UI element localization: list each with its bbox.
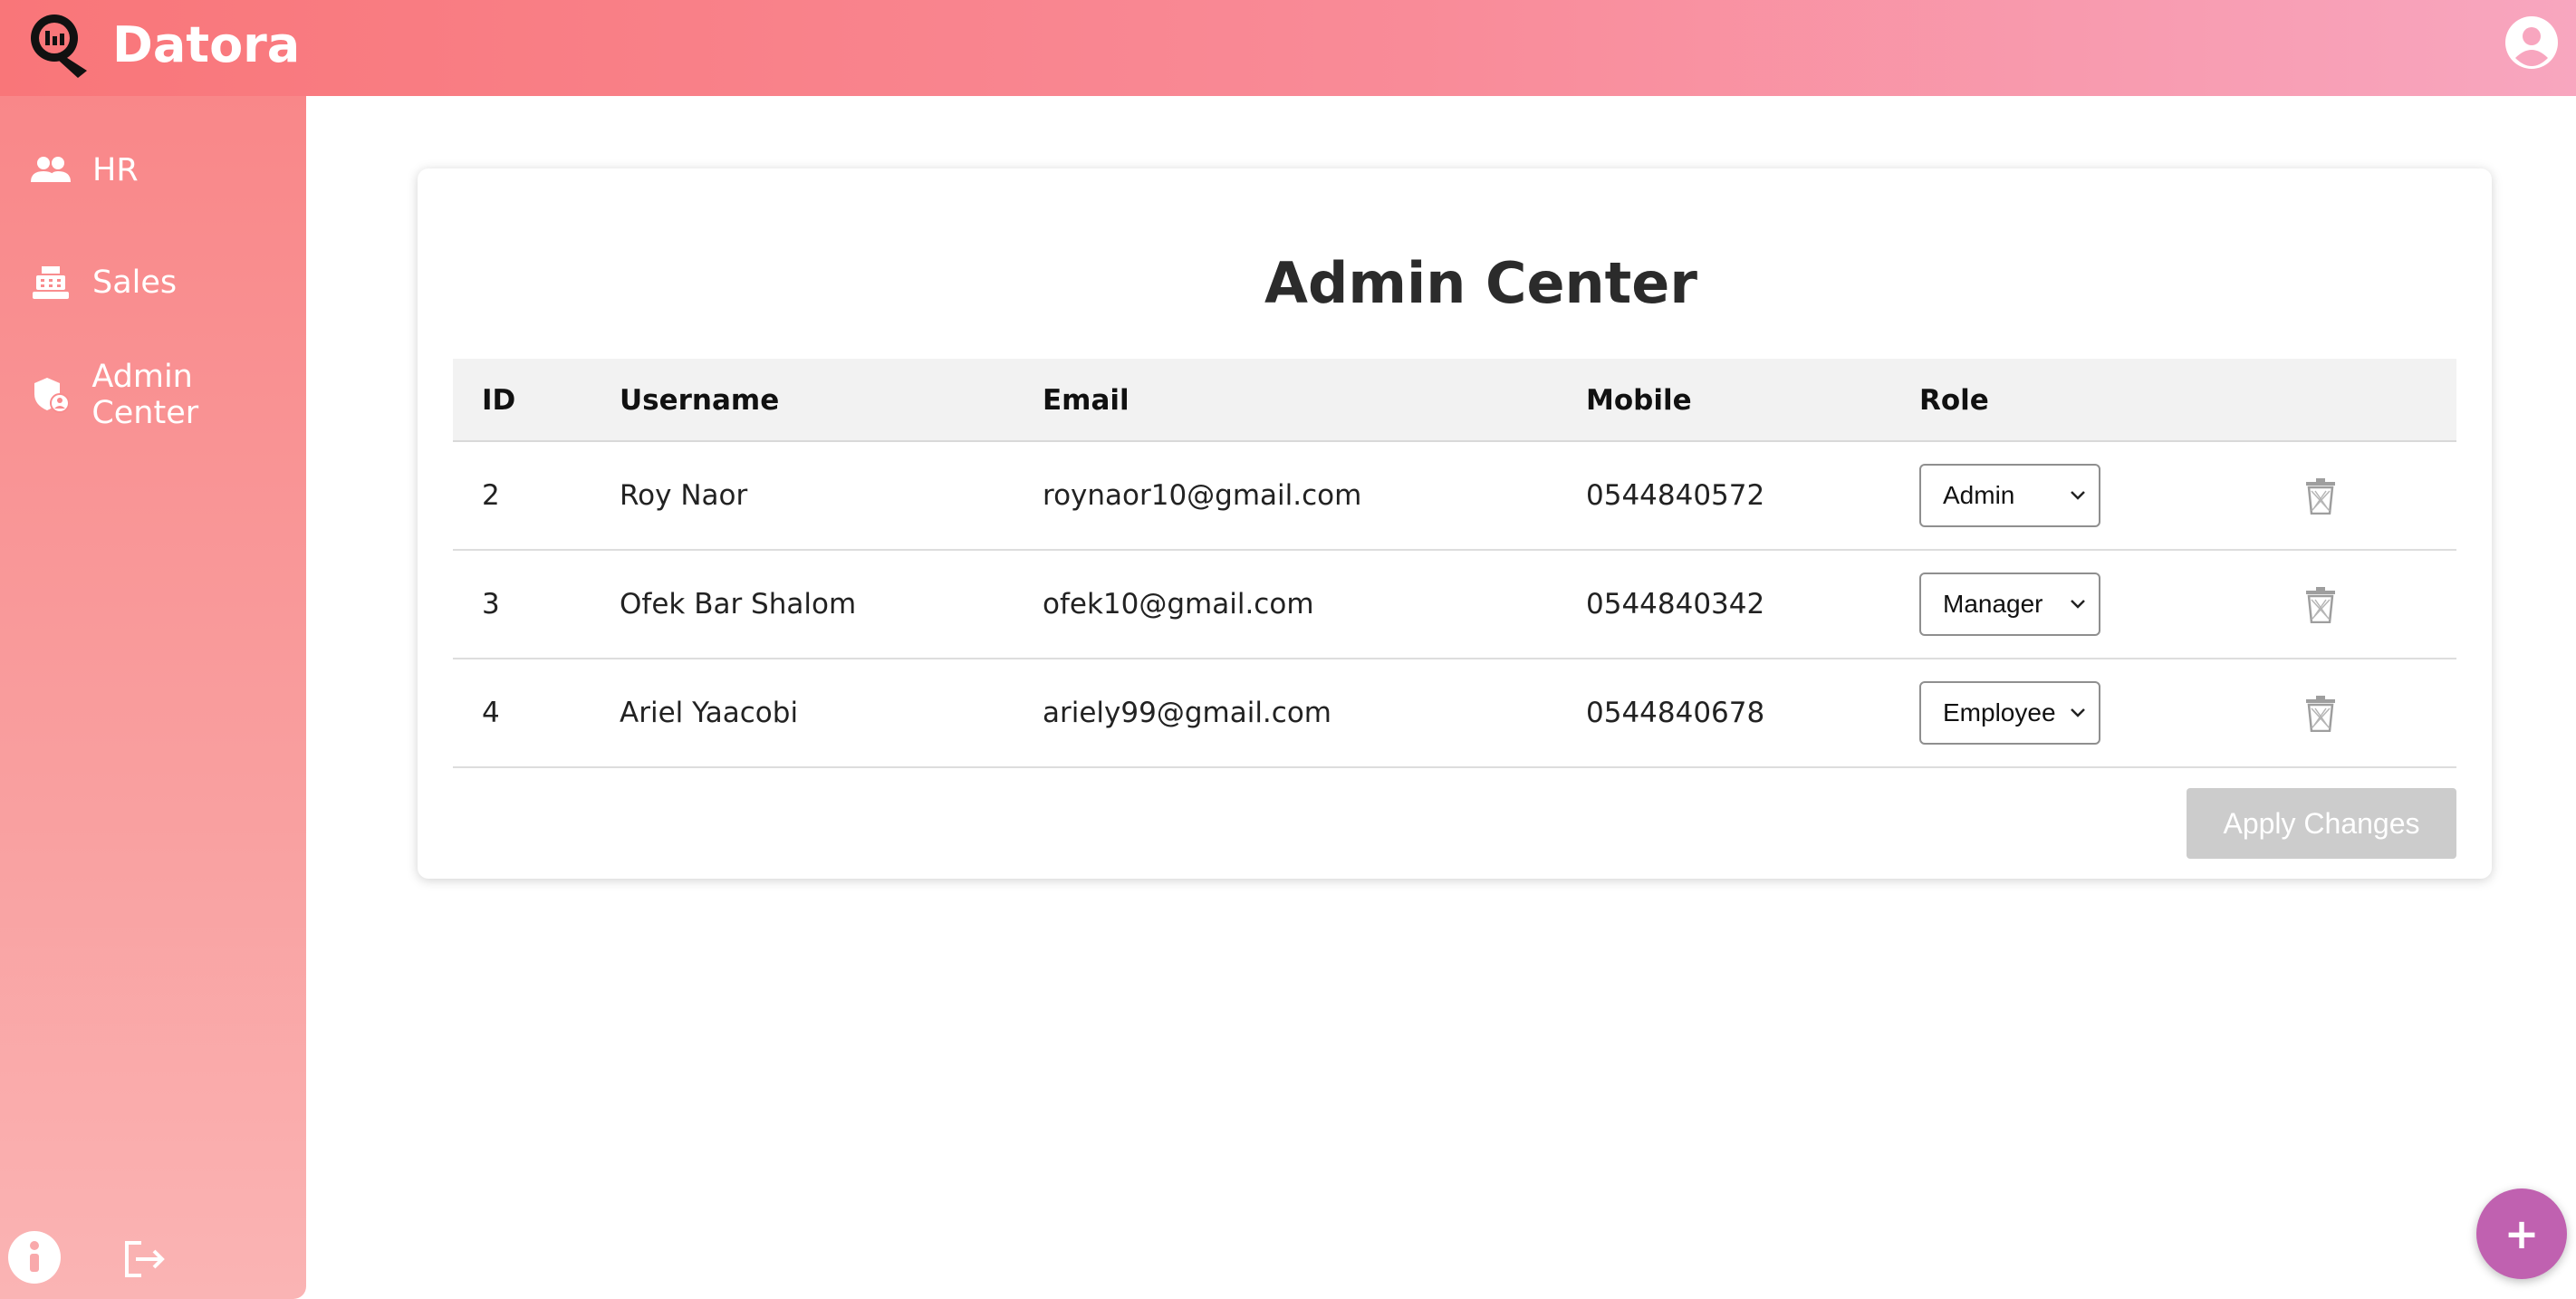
people-icon <box>31 150 71 190</box>
sidebar-item-admin-center[interactable]: Admin Center <box>31 359 306 431</box>
header-id: ID <box>482 384 516 417</box>
page-title: Admin Center <box>1264 250 1697 316</box>
cell-username: Ariel Yaacobi <box>620 697 799 729</box>
sidebar-item-label: HR <box>92 152 139 188</box>
table-row: 3 Ofek Bar Shalom ofek10@gmail.com 05448… <box>453 551 2456 659</box>
brand-name[interactable]: Datora <box>112 13 300 78</box>
datora-logo-icon[interactable] <box>27 11 94 78</box>
sidebar-item-sales[interactable]: Sales <box>31 255 177 310</box>
logout-icon[interactable] <box>118 1232 172 1286</box>
sidebar: HR Sales Admin Center <box>0 96 306 1299</box>
sidebar-item-hr[interactable]: HR <box>31 143 139 197</box>
header-email: Email <box>1043 384 1129 417</box>
header-mobile: Mobile <box>1586 384 1692 417</box>
sidebar-item-label: Sales <box>92 265 178 301</box>
role-select-value: Employee <box>1943 698 2056 726</box>
cell-email: ofek10@gmail.com <box>1043 588 1314 621</box>
role-select-value: Manager <box>1943 590 2043 618</box>
role-select[interactable]: Admin <box>1919 464 2100 527</box>
cell-mobile: 0544840572 <box>1586 479 1765 512</box>
trash-icon[interactable] <box>2304 696 2337 732</box>
sidebar-item-label: Admin Center <box>91 359 199 431</box>
cell-email: ariely99@gmail.com <box>1043 697 1331 729</box>
apply-changes-button[interactable]: Apply Changes <box>2187 788 2456 859</box>
cash-register-icon <box>31 263 71 303</box>
info-icon[interactable] <box>7 1230 62 1285</box>
cell-id: 3 <box>482 588 500 621</box>
trash-icon[interactable] <box>2304 587 2337 623</box>
top-bar: Datora <box>0 0 2576 96</box>
role-select[interactable]: Employee <box>1919 681 2100 745</box>
trash-icon[interactable] <box>2304 478 2337 515</box>
header-username: Username <box>620 384 780 417</box>
cell-mobile: 0544840678 <box>1586 697 1765 729</box>
admin-shield-icon <box>31 375 70 415</box>
table-row: 2 Roy Naor roynaor10@gmail.com 054484057… <box>453 442 2456 551</box>
cell-id: 4 <box>482 697 500 729</box>
header-role: Role <box>1919 384 1989 417</box>
account-circle-icon[interactable] <box>2504 14 2560 71</box>
cell-email: roynaor10@gmail.com <box>1043 479 1362 512</box>
cell-id: 2 <box>482 479 500 512</box>
role-select-value: Admin <box>1943 481 2015 509</box>
table-row: 4 Ariel Yaacobi ariely99@gmail.com 05448… <box>453 659 2456 768</box>
table-header: ID Username Email Mobile Role <box>453 359 2456 442</box>
cell-username: Roy Naor <box>620 479 748 512</box>
cell-mobile: 0544840342 <box>1586 588 1765 621</box>
cell-username: Ofek Bar Shalom <box>620 588 857 621</box>
chevron-down-icon <box>2071 491 2085 500</box>
chevron-down-icon <box>2071 600 2085 609</box>
chevron-down-icon <box>2071 708 2085 717</box>
add-user-button[interactable]: + <box>2476 1188 2567 1279</box>
role-select[interactable]: Manager <box>1919 573 2100 636</box>
